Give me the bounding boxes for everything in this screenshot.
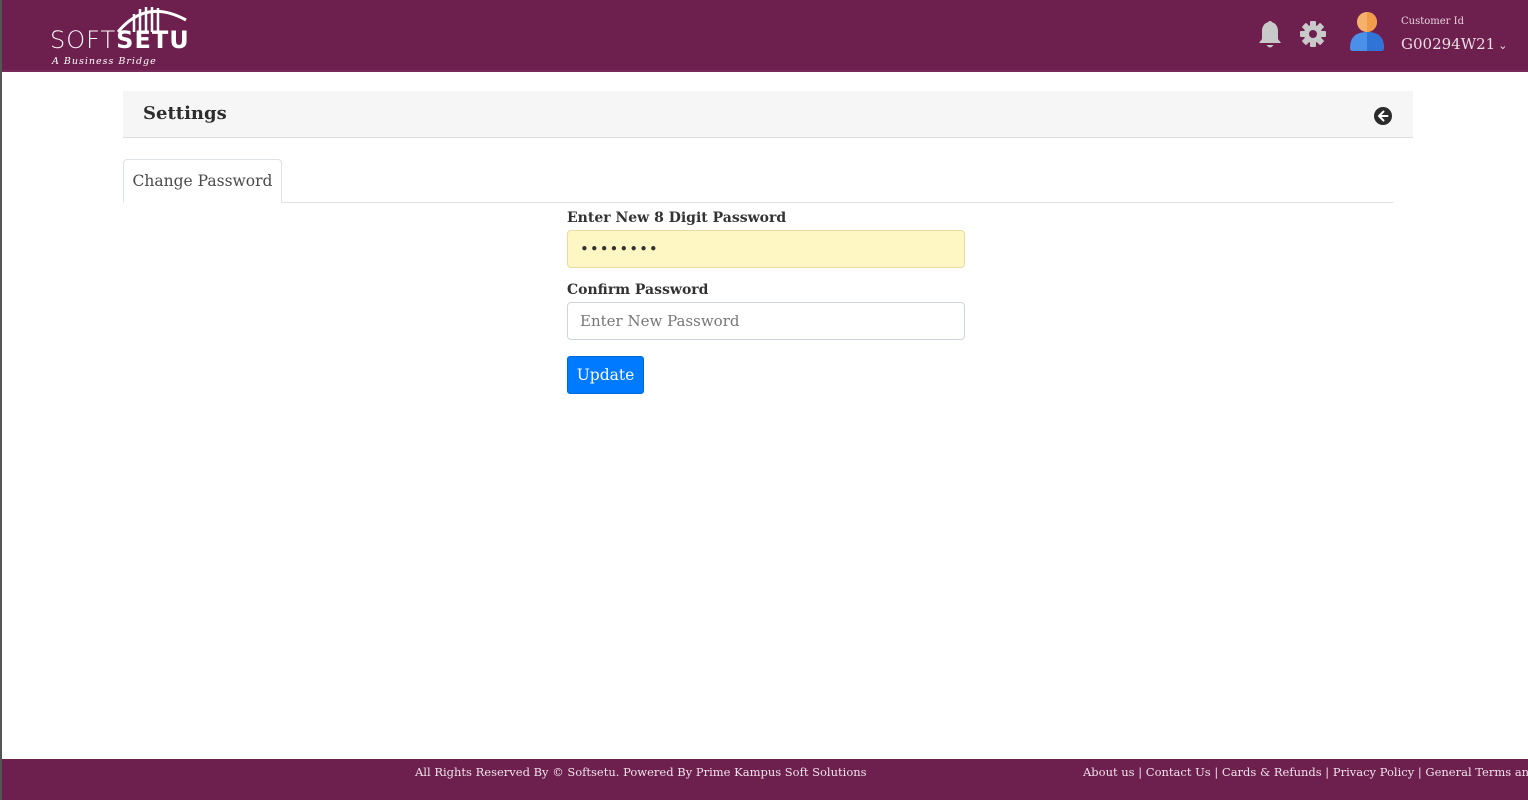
footer-link-separator: |: [1321, 765, 1333, 779]
confirm-password-label: Confirm Password: [567, 282, 709, 298]
new-password-label: Enter New 8 Digit Password: [567, 210, 787, 226]
settings-header: Settings: [123, 91, 1413, 138]
app-window: SOFTSETU A Business Bridge Customer Id G…: [0, 0, 1528, 800]
bell-icon[interactable]: [1257, 20, 1283, 50]
logo-wordmark: SOFTSETU: [50, 26, 190, 54]
tab-change-password[interactable]: Change Password: [123, 159, 282, 203]
logo-word-soft: SOFT: [50, 26, 117, 54]
footer-link-privacy[interactable]: Privacy Policy: [1333, 765, 1414, 779]
tabs-divider: [123, 202, 1393, 203]
footer-link-separator: |: [1210, 765, 1222, 779]
footer-link-contact[interactable]: Contact Us: [1146, 765, 1211, 779]
footer-link-about[interactable]: About us: [1083, 765, 1135, 779]
footer-link-separator: |: [1134, 765, 1146, 779]
customer-id-label: Customer Id: [1401, 16, 1464, 27]
new-password-input[interactable]: [567, 230, 965, 268]
customer-id-value: G00294W21: [1401, 35, 1496, 53]
confirm-password-input[interactable]: [567, 302, 965, 340]
softsetu-logo[interactable]: SOFTSETU A Business Bridge: [48, 2, 198, 68]
footer-link-cards-refunds[interactable]: Cards & Refunds: [1222, 765, 1322, 779]
back-arrow-icon[interactable]: [1374, 107, 1392, 125]
footer-link-terms[interactable]: General Terms and Conditions: [1425, 765, 1528, 779]
chevron-down-icon: ⌄: [1498, 39, 1508, 52]
footer-copyright: All Rights Reserved By © Softsetu. Power…: [415, 765, 867, 779]
logo-tagline: A Business Bridge: [52, 56, 157, 67]
footer-link-separator: |: [1414, 765, 1426, 779]
footer: All Rights Reserved By © Softsetu. Power…: [2, 759, 1528, 800]
top-navbar: SOFTSETU A Business Bridge Customer Id G…: [2, 0, 1528, 72]
page-title: Settings: [143, 103, 227, 124]
user-avatar-icon[interactable]: [1347, 10, 1387, 52]
customer-id-dropdown[interactable]: G00294W21 ⌄: [1401, 35, 1507, 53]
gear-icon[interactable]: [1299, 20, 1327, 48]
footer-links: About us | Contact Us | Cards & Refunds …: [1083, 765, 1528, 780]
update-button[interactable]: Update: [567, 356, 644, 394]
logo-word-setu: SETU: [116, 26, 190, 54]
